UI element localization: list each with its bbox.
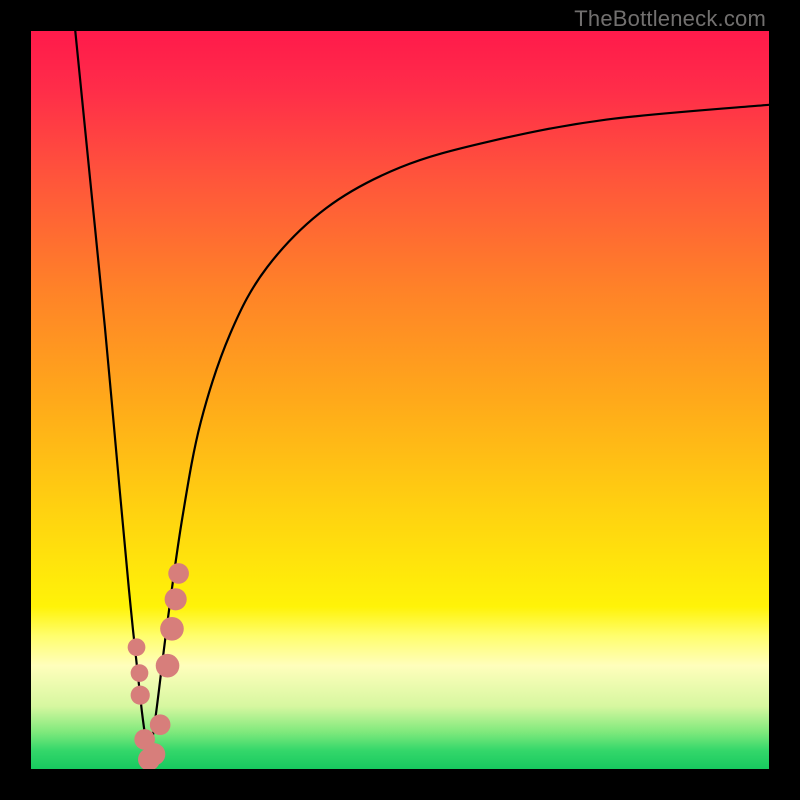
marker-point (131, 664, 149, 682)
marker-point (143, 743, 165, 765)
watermark-text: TheBottleneck.com (574, 6, 766, 32)
curve-right-arm (149, 105, 769, 762)
plot-area (31, 31, 769, 769)
outer-frame: TheBottleneck.com (0, 0, 800, 800)
chart-svg (31, 31, 769, 769)
marker-point (160, 617, 184, 641)
marker-group (128, 563, 189, 769)
marker-point (168, 563, 189, 584)
marker-point (131, 686, 150, 705)
marker-point (165, 588, 187, 610)
marker-point (150, 714, 171, 735)
marker-point (156, 654, 180, 678)
marker-point (128, 638, 146, 656)
